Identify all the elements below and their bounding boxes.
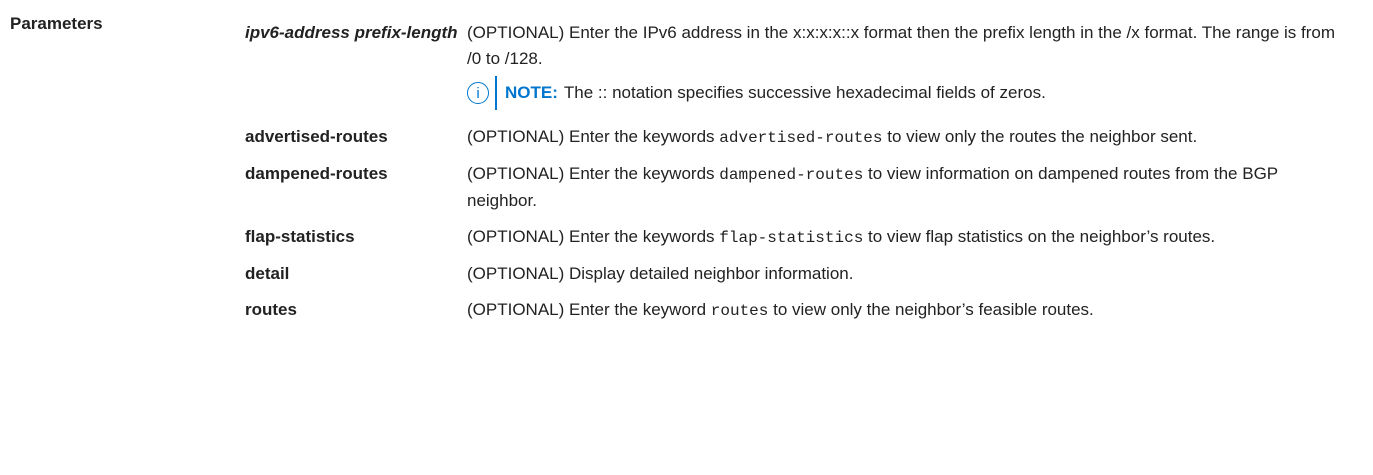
- param-description-text: (OPTIONAL) Enter the IPv6 address in the…: [467, 23, 1336, 68]
- param-description-text: to view flap statistics on the neighbor’…: [868, 227, 1216, 246]
- param-description-text: (OPTIONAL) Enter the keyword: [467, 300, 707, 319]
- param-term: ipv6-address prefix-length: [245, 23, 458, 42]
- param-description: (OPTIONAL) Enter the keywords dampened-r…: [467, 161, 1355, 214]
- param-description: (OPTIONAL) Enter the keyword routes to v…: [467, 297, 1355, 324]
- param-description: (OPTIONAL) Enter the IPv6 address in the…: [467, 20, 1355, 110]
- note-divider: [495, 76, 497, 110]
- param-keyword-code: dampened-routes: [719, 166, 864, 184]
- param-term: routes: [245, 300, 297, 319]
- param-description: (OPTIONAL) Display detailed neighbor inf…: [467, 264, 854, 283]
- param-keyword-code: routes: [710, 302, 769, 320]
- note-text: The :: notation specifies successive hex…: [563, 83, 1046, 102]
- param-description-text: to view only the routes the neighbor sen…: [887, 127, 1198, 146]
- info-icon: i: [467, 82, 489, 104]
- param-term: dampened-routes: [245, 164, 388, 183]
- param-row-ipv6-address: ipv6-address prefix-length (OPTIONAL) En…: [245, 20, 1355, 110]
- param-description: (OPTIONAL) Enter the keywords advertised…: [467, 124, 1355, 151]
- parameters-list: ipv6-address prefix-length (OPTIONAL) En…: [245, 20, 1355, 334]
- param-keyword-code: flap-statistics: [719, 229, 864, 247]
- param-term: advertised-routes: [245, 127, 388, 146]
- param-description-text: (OPTIONAL) Enter the keywords: [467, 127, 715, 146]
- param-description: (OPTIONAL) Enter the keywords flap-stati…: [467, 224, 1355, 251]
- note-label: NOTE:: [505, 83, 558, 102]
- parameters-heading: Parameters: [10, 14, 103, 33]
- param-term: detail: [245, 264, 290, 283]
- param-row-advertised-routes: advertised-routes (OPTIONAL) Enter the k…: [245, 124, 1355, 151]
- param-row-routes: routes (OPTIONAL) Enter the keyword rout…: [245, 297, 1355, 324]
- param-row-dampened-routes: dampened-routes (OPTIONAL) Enter the key…: [245, 161, 1355, 214]
- note-block: i NOTE: The :: notation specifies succes…: [467, 76, 1345, 110]
- param-description-text: (OPTIONAL) Enter the keywords: [467, 164, 715, 183]
- param-description-text: to view only the neighbor’s feasible rou…: [773, 300, 1094, 319]
- param-row-detail: detail (OPTIONAL) Display detailed neigh…: [245, 261, 1355, 287]
- param-row-flap-statistics: flap-statistics (OPTIONAL) Enter the key…: [245, 224, 1355, 251]
- param-description-text: (OPTIONAL) Enter the keywords: [467, 227, 715, 246]
- param-keyword-code: advertised-routes: [719, 129, 883, 147]
- param-term: flap-statistics: [245, 227, 355, 246]
